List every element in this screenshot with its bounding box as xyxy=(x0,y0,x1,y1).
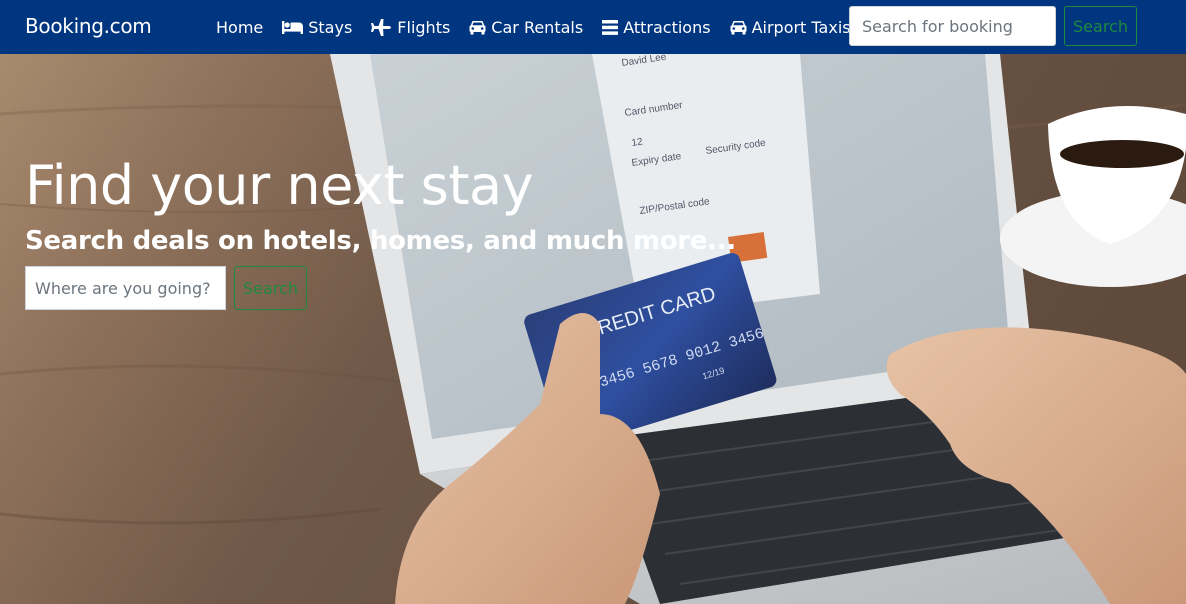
nav-stays-label: Stays xyxy=(308,17,353,37)
screen-form-expiry-value: 12 xyxy=(631,136,644,149)
taxi-icon xyxy=(730,20,747,34)
nav-links: Home Stays Flights Car Rentals Attractio… xyxy=(216,0,870,54)
nav-attractions-label: Attractions xyxy=(623,17,711,37)
plane-icon xyxy=(371,18,392,36)
nav-attractions[interactable]: Attractions xyxy=(602,17,711,37)
hero-section: David Lee Card number 12 Expiry date Sec… xyxy=(0,54,1186,604)
car-icon xyxy=(469,20,486,34)
nav-stays[interactable]: Stays xyxy=(282,18,352,37)
list-icon xyxy=(602,19,619,35)
nav-airport-taxis[interactable]: Airport Taxis xyxy=(730,18,851,37)
brand-logo[interactable]: Booking.com xyxy=(25,14,152,38)
hero-title: Find your next stay xyxy=(25,154,534,217)
destination-input[interactable] xyxy=(25,266,226,310)
nav-flights-label: Flights xyxy=(397,17,451,37)
nav-car-rentals[interactable]: Car Rentals xyxy=(469,18,583,37)
nav-home[interactable]: Home xyxy=(216,18,263,37)
bed-icon xyxy=(282,21,304,34)
top-navbar: Booking.com Home Stays Flights Car Renta… xyxy=(0,0,1186,54)
hero-background-image: David Lee Card number 12 Expiry date Sec… xyxy=(0,54,1186,604)
nav-flights[interactable]: Flights xyxy=(371,18,450,37)
navbar-search-button[interactable]: Search xyxy=(1064,6,1137,46)
hero-search-button[interactable]: Search xyxy=(234,266,307,310)
nav-airport-taxis-label: Airport Taxis xyxy=(751,17,851,37)
nav-car-rentals-label: Car Rentals xyxy=(491,17,584,37)
nav-home-label: Home xyxy=(216,17,264,37)
hero-subtitle: Search deals on hotels, homes, and much … xyxy=(25,226,736,256)
navbar-search-input[interactable] xyxy=(849,6,1056,46)
